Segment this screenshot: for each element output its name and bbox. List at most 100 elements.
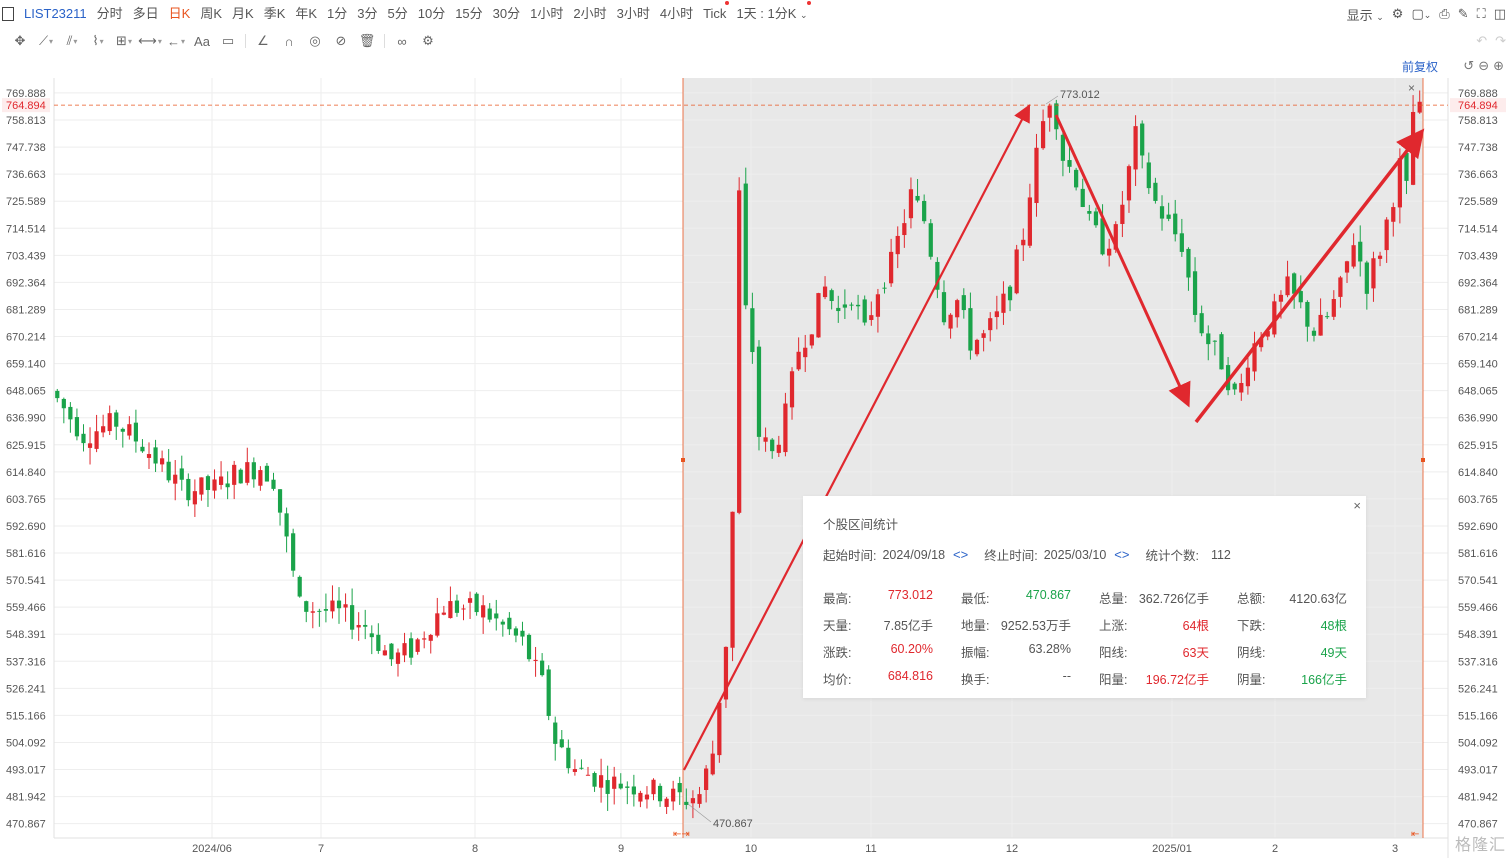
- range-handle[interactable]: [681, 458, 685, 462]
- y-tick-label: 592.690: [1458, 521, 1498, 533]
- candle-body: [343, 604, 348, 608]
- candle-body: [789, 371, 795, 408]
- candle-body: [657, 785, 663, 802]
- candle-body: [304, 601, 309, 612]
- x-tick-label: 2: [1272, 843, 1278, 855]
- candle-body: [572, 769, 577, 772]
- candle-body: [763, 437, 768, 442]
- candle-body: [186, 478, 191, 501]
- close-icon[interactable]: ×: [1353, 498, 1361, 513]
- candle-body: [81, 433, 86, 444]
- candle-body: [487, 608, 492, 620]
- candle-body: [618, 783, 623, 789]
- candle-body: [441, 612, 446, 615]
- candle-body: [107, 413, 112, 432]
- candle-body: [822, 286, 828, 298]
- candle-body: [1146, 162, 1151, 189]
- x-tick-label: 8: [472, 843, 478, 855]
- candle-body: [284, 513, 289, 537]
- candle-body: [1305, 301, 1310, 327]
- range-marker-icon[interactable]: ⇤⇥: [673, 829, 690, 840]
- y-tick-label: 493.017: [1458, 765, 1498, 777]
- candle-body: [408, 638, 414, 658]
- candle-body: [330, 600, 335, 612]
- candle-body: [435, 613, 440, 636]
- candle-body: [585, 774, 591, 776]
- candle-body: [160, 458, 165, 465]
- close-icon[interactable]: ×: [1408, 81, 1415, 95]
- start-label: 起始时间:: [823, 549, 877, 563]
- candle-body: [153, 447, 158, 464]
- candle-body: [644, 794, 650, 800]
- candle-body: [173, 474, 178, 484]
- candle-body: [402, 643, 407, 656]
- y-tick-label: 559.466: [1458, 602, 1498, 614]
- candle-body: [1358, 241, 1363, 262]
- start-value: 2024/09/18: [882, 547, 946, 562]
- y-tick-label: 714.514: [6, 223, 46, 235]
- candle-body: [625, 786, 630, 788]
- stat-value: 4120.63亿: [1289, 592, 1347, 606]
- candle-body: [1140, 123, 1145, 156]
- candle-body: [271, 479, 276, 489]
- range-marker-icon[interactable]: ⇤: [1411, 829, 1419, 840]
- candle-body: [1034, 147, 1039, 204]
- candle-body: [612, 776, 617, 789]
- candle-body: [849, 304, 854, 306]
- y-tick-label: 504.092: [6, 737, 46, 749]
- y-tick-label: 747.738: [6, 142, 46, 154]
- candle-body: [1351, 245, 1356, 267]
- candle-body: [690, 798, 696, 804]
- candle-body: [829, 290, 834, 302]
- candle-body: [869, 315, 874, 320]
- candle-body: [369, 633, 374, 638]
- end-adjust-icon[interactable]: <>: [1114, 547, 1129, 562]
- kline-chart[interactable]: 769.888 769.888 758.813 758.813 747.738 747.7…: [0, 0, 1512, 861]
- x-tick-label: 3: [1392, 843, 1398, 855]
- candle-body: [1278, 294, 1284, 302]
- candle-body: [1371, 258, 1376, 289]
- candle-body: [146, 454, 152, 458]
- y-tick-label: 603.765: [1458, 494, 1498, 506]
- watermark-logo: 格隆汇: [1454, 837, 1506, 854]
- candle-body: [1153, 182, 1158, 201]
- y-tick-label: 703.439: [1458, 250, 1498, 262]
- candle-body: [882, 287, 887, 289]
- stats-title: 个股区间统计: [823, 518, 899, 532]
- candle-body: [1021, 239, 1026, 246]
- candle-body: [264, 465, 270, 482]
- high-annotation: 773.012: [1060, 89, 1100, 101]
- candle-body: [218, 476, 224, 485]
- candle-body: [1344, 261, 1350, 273]
- candle-body: [1060, 134, 1066, 161]
- y-tick-label: 747.738: [1458, 142, 1498, 154]
- candle-body: [1179, 233, 1184, 252]
- candle-body: [1285, 276, 1290, 296]
- candle-body: [1245, 367, 1251, 387]
- y-tick-label: 714.514: [1458, 223, 1498, 235]
- candle-body: [297, 576, 302, 597]
- candle-body: [697, 794, 702, 804]
- candle-body: [730, 511, 735, 648]
- candle-body: [671, 788, 676, 802]
- range-handle[interactable]: [1421, 458, 1425, 462]
- candle-body: [1047, 105, 1052, 118]
- count-label: 统计个数:: [1145, 549, 1199, 563]
- candle-body: [1325, 316, 1330, 318]
- candle-body: [277, 489, 283, 513]
- candle-body: [461, 608, 466, 610]
- candle-body: [356, 624, 361, 628]
- stat-value: 196.72亿手: [1145, 673, 1209, 687]
- candle-body: [1292, 273, 1297, 294]
- candle-body: [101, 426, 106, 433]
- candle-body: [225, 483, 230, 488]
- candle-body: [1410, 111, 1416, 185]
- candle-body: [526, 634, 532, 660]
- candle-body: [192, 491, 197, 505]
- candle-body: [258, 470, 263, 486]
- stat-value: 166亿手: [1301, 673, 1347, 687]
- start-adjust-icon[interactable]: <>: [953, 547, 968, 562]
- candle-body: [1199, 313, 1204, 334]
- candle-body: [474, 593, 479, 613]
- candle-body: [363, 624, 368, 627]
